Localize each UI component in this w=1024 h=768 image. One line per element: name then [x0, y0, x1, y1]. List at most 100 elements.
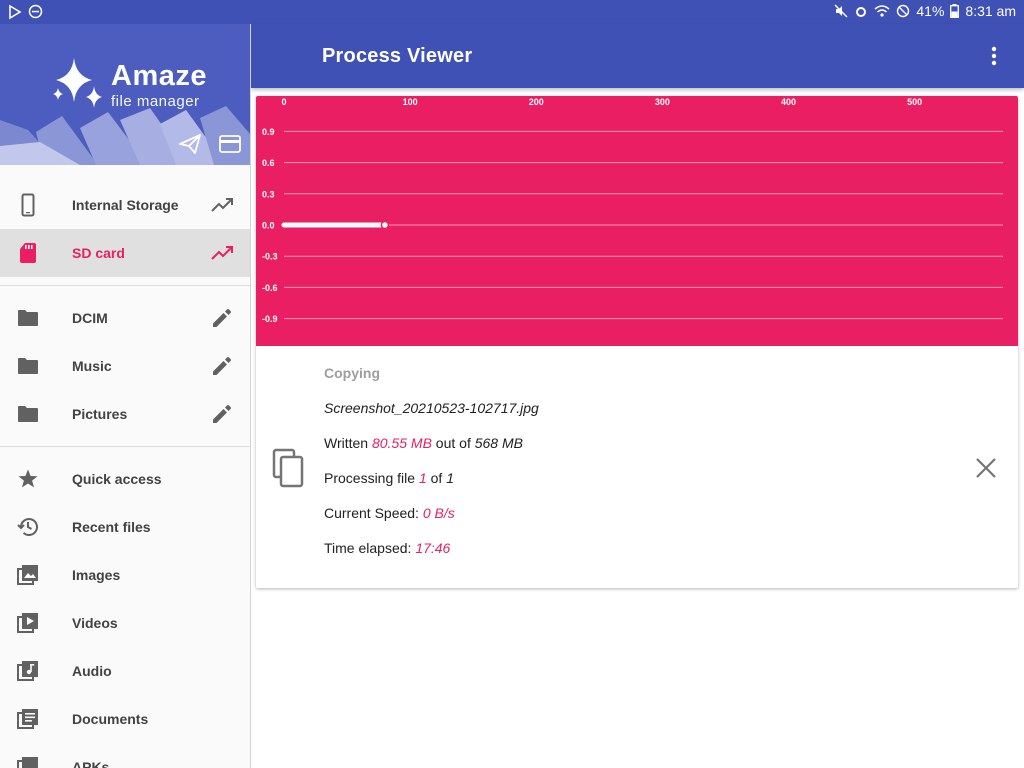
navigation-drawer: Amaze file manager Internal Storage SD c…	[0, 24, 251, 768]
nav-label: DCIM	[72, 310, 108, 326]
folder-icon	[16, 402, 40, 426]
nav-internal-storage[interactable]: Internal Storage	[0, 181, 250, 229]
chart-y-tick-label: 0.9	[262, 127, 275, 137]
speed-line: Current Speed: 0 B/s	[324, 505, 455, 521]
chart-x-tick-label: 0	[281, 97, 286, 107]
nav-quick-access[interactable]: Quick access	[0, 455, 250, 503]
folder-icon	[16, 354, 40, 378]
status-bar: 41% 8:31 am	[0, 0, 1024, 24]
battery-percent: 41%	[916, 3, 945, 19]
process-card: 0.9 0.6 0.3 0.0 -0.3 -0.6 -0.9 0 100 200 300 400 500…	[256, 96, 1018, 588]
nav-pictures[interactable]: Pictures	[0, 390, 250, 438]
play-store-icon	[8, 4, 22, 20]
time-label: Time elapsed:	[324, 540, 416, 556]
trending-up-icon[interactable]	[210, 241, 234, 265]
nav-label: Music	[72, 358, 112, 374]
do-not-disturb-icon	[28, 4, 43, 20]
speed-chart: 0.9 0.6 0.3 0.0 -0.3 -0.6 -0.9 0 100 200 300 400 500	[256, 96, 1018, 346]
written-line: Written 80.55 MB out of 568 MB	[324, 435, 523, 451]
sd-card-icon	[16, 241, 40, 265]
clock: 8:31 am	[965, 3, 1016, 19]
send-icon[interactable]	[178, 132, 202, 156]
nav-apks[interactable]: APKs	[0, 743, 250, 768]
processing-line: Processing file 1 of 1	[324, 470, 454, 486]
chart-y-tick-label: 0.0	[262, 221, 275, 231]
chart-point	[380, 220, 390, 230]
edit-icon[interactable]	[210, 354, 234, 378]
edit-icon[interactable]	[210, 306, 234, 330]
nav-label: Documents	[72, 711, 149, 727]
nav-label: SD card	[72, 245, 125, 261]
phone-icon	[16, 193, 40, 217]
process-file-name: Screenshot_20210523-102717.jpg	[324, 400, 539, 416]
chart-y-tick-label: -0.6	[262, 283, 278, 293]
blocked-icon	[896, 4, 910, 18]
folder-icon	[16, 306, 40, 330]
nav-label: Quick access	[72, 471, 162, 487]
chart-x-tick-label: 500	[907, 97, 922, 107]
wifi-icon	[874, 4, 890, 18]
time-line: Time elapsed: 17:46	[324, 540, 450, 556]
mute-icon	[834, 4, 848, 18]
nav-sd-card[interactable]: SD card	[0, 229, 250, 277]
speed-chart-svg: 0.9 0.6 0.3 0.0 -0.3 -0.6 -0.9 0 100 200 300 400 500	[262, 97, 1003, 324]
sparkle-icon	[53, 58, 102, 108]
nav-documents[interactable]: Documents	[0, 695, 250, 743]
written-label: Written	[324, 435, 372, 451]
trending-up-icon[interactable]	[210, 193, 234, 217]
written-total: 568 MB	[474, 435, 523, 451]
chart-y-tick-label: 0.6	[262, 158, 275, 168]
written-value: 80.55 MB	[371, 435, 432, 451]
nav-label: Audio	[72, 663, 112, 679]
nav-label: Recent files	[72, 519, 151, 535]
nav-label: Videos	[72, 615, 118, 631]
nav-recent-files[interactable]: Recent files	[0, 503, 250, 551]
audio-icon	[16, 659, 40, 683]
video-icon	[16, 611, 40, 635]
close-icon	[976, 458, 996, 478]
history-icon	[16, 515, 40, 539]
battery-icon	[950, 4, 960, 18]
nav-videos[interactable]: Videos	[0, 599, 250, 647]
page-title: Process Viewer	[322, 45, 473, 67]
cancel-process-button[interactable]	[972, 454, 1000, 482]
nav-label: Pictures	[72, 406, 128, 422]
nav-dcim[interactable]: DCIM	[0, 294, 250, 342]
edit-icon[interactable]	[210, 402, 234, 426]
processing-separator: of	[426, 470, 447, 486]
alarm-icon	[854, 4, 868, 18]
drawer-header: Amaze file manager	[0, 24, 250, 165]
nav-audio[interactable]: Audio	[0, 647, 250, 695]
processing-total: 1	[446, 470, 454, 486]
chart-y-tick-label: 0.3	[262, 189, 275, 199]
written-separator: out of	[431, 435, 475, 451]
copy-icon	[272, 448, 306, 488]
time-value: 17:46	[415, 540, 451, 556]
nav-label: APKs	[72, 759, 110, 768]
chart-y-tick-label: -0.3	[262, 252, 278, 262]
nav-music[interactable]: Music	[0, 342, 250, 390]
document-icon	[16, 707, 40, 731]
divider	[0, 446, 250, 447]
app-bar: Process Viewer	[251, 24, 1024, 88]
credit-card-icon[interactable]	[218, 132, 242, 156]
nav-images[interactable]: Images	[0, 551, 250, 599]
more-vert-icon[interactable]	[982, 44, 1006, 68]
brand-title: Amaze	[111, 60, 207, 92]
brand-logo: Amaze file manager	[52, 58, 207, 115]
brand-subtitle: file manager	[111, 93, 200, 110]
processing-label: Processing file	[324, 470, 419, 486]
star-icon	[16, 467, 40, 491]
chart-x-tick-label: 200	[529, 97, 544, 107]
speed-value: 0 B/s	[422, 505, 455, 521]
chart-x-tick-label: 100	[403, 97, 418, 107]
nav-label: Internal Storage	[72, 197, 179, 213]
image-icon	[16, 563, 40, 587]
chart-x-tick-label: 400	[781, 97, 796, 107]
apk-icon	[16, 755, 40, 768]
process-status: Copying	[324, 365, 380, 381]
chart-y-tick-label: -0.9	[262, 314, 278, 324]
divider	[0, 285, 250, 286]
processing-current: 1	[418, 470, 427, 486]
chart-x-tick-label: 300	[655, 97, 670, 107]
